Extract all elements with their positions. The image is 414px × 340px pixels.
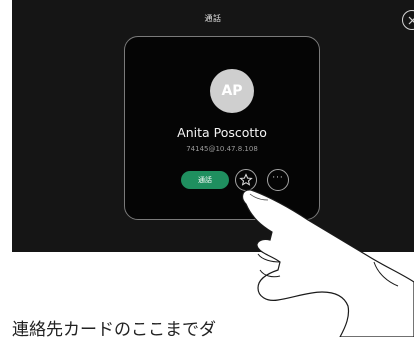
call-button[interactable]: 通話 (181, 171, 229, 189)
contact-name: Anita Poscotto (177, 125, 267, 140)
close-button[interactable] (402, 10, 414, 30)
favorite-button[interactable] (235, 169, 257, 191)
device-screen: 通話 AP Anita Poscotto 74145@10.47.8.108 通… (12, 0, 414, 252)
avatar: AP (210, 69, 254, 113)
caption-text: 連絡先カードのここまでダ (12, 320, 216, 340)
more-button[interactable]: ··· (267, 169, 289, 191)
star-icon (239, 173, 253, 186)
more-icon: ··· (272, 173, 284, 183)
screen-title: 通話 (204, 14, 222, 23)
contact-card: AP Anita Poscotto 74145@10.47.8.108 通話 ·… (124, 36, 320, 220)
close-icon (408, 16, 414, 25)
contact-address: 74145@10.47.8.108 (186, 145, 258, 153)
